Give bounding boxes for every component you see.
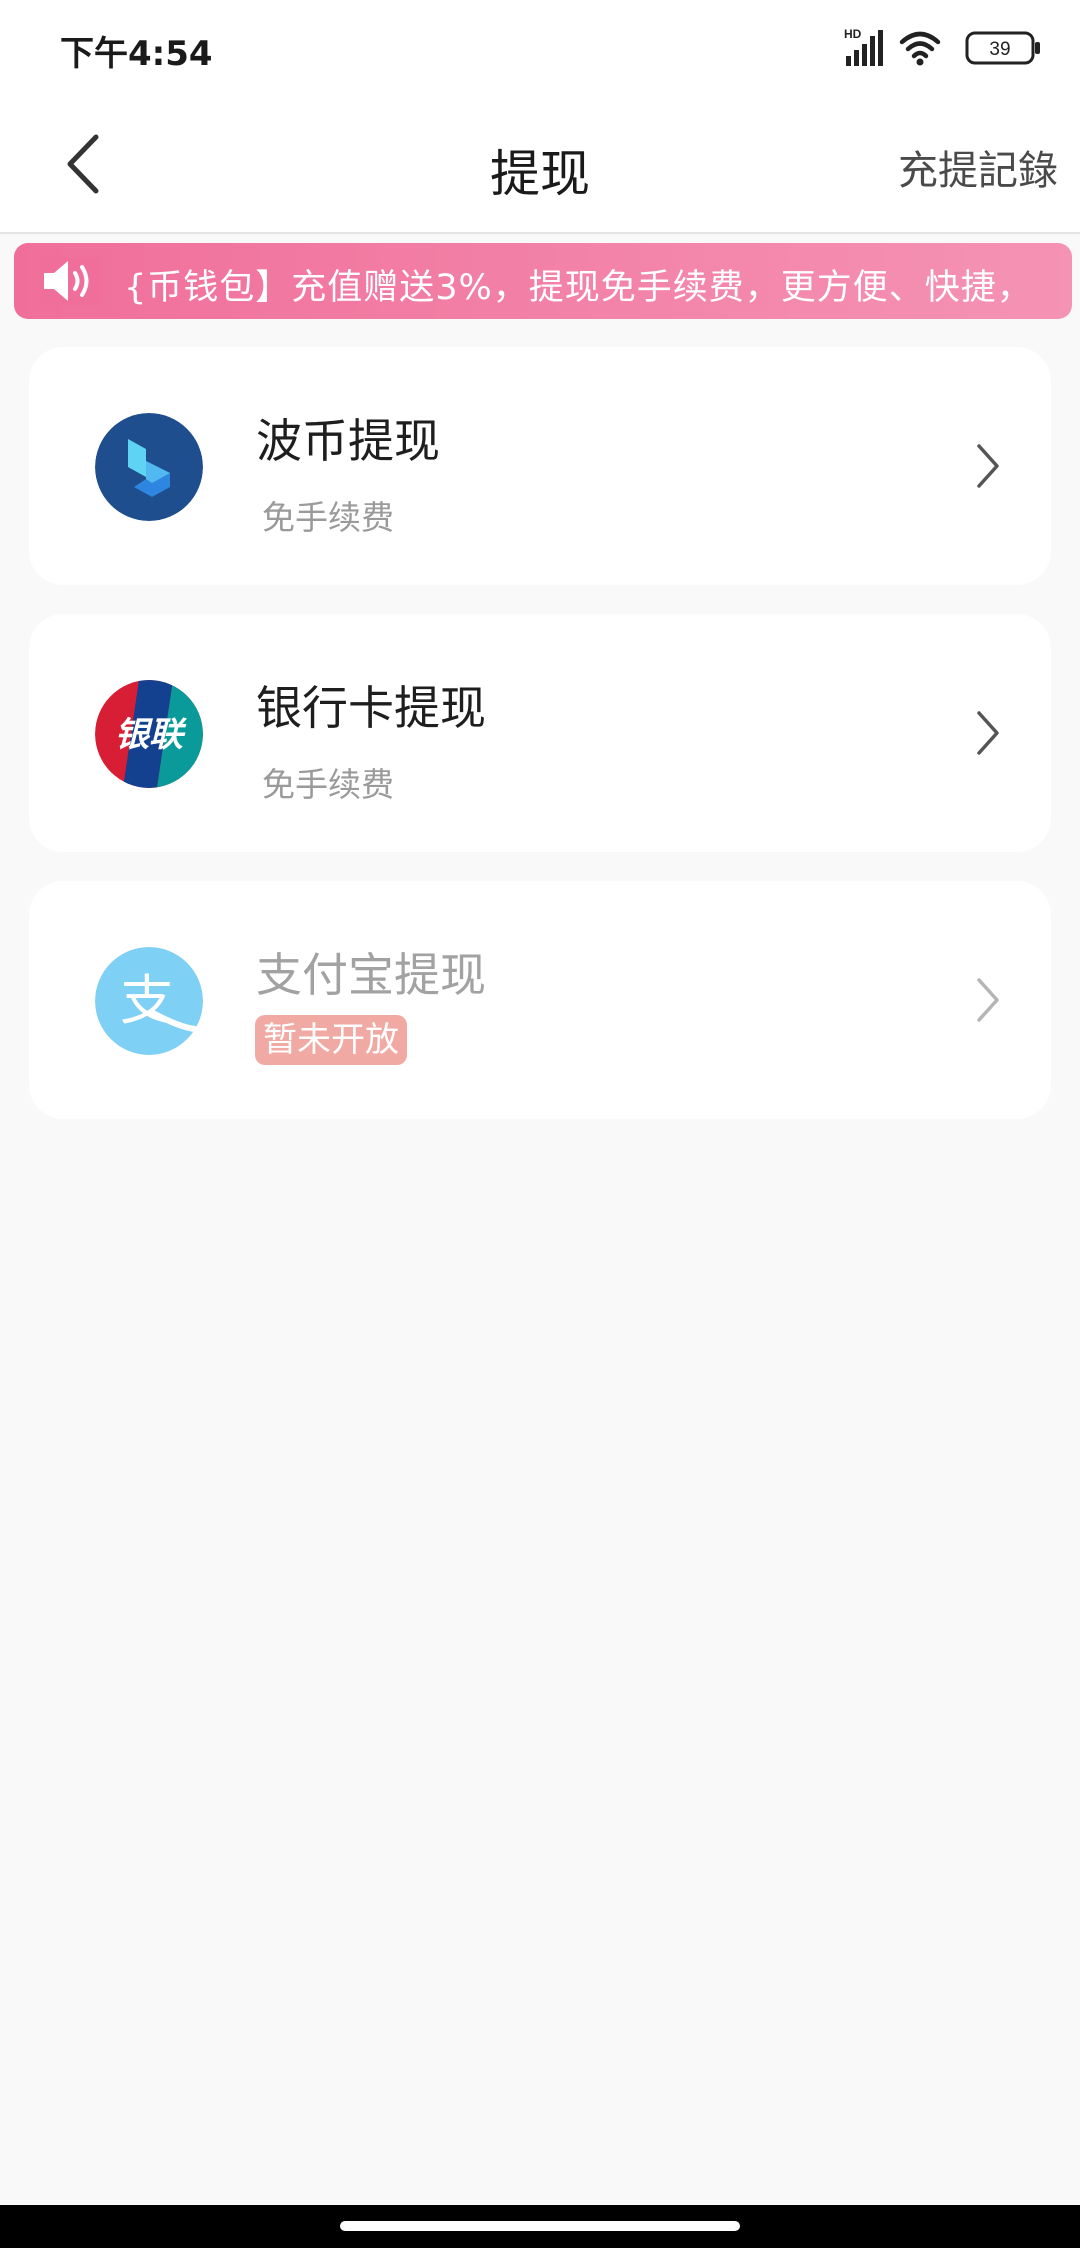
option-title: 银行卡提现 xyxy=(256,681,486,735)
withdraw-option-alipay[interactable]: 支 支付宝提现 暂未开放 xyxy=(29,881,1051,1119)
withdraw-option-bocoin[interactable]: 波币提现 免手续费 xyxy=(29,347,1051,585)
battery-icon: 39 xyxy=(965,31,1040,65)
unionpay-logo-icon: 银联 xyxy=(95,680,203,788)
unionpay-logo-text: 银联 xyxy=(115,715,187,755)
nav-bar: 提现 充提記錄 xyxy=(0,96,1080,234)
withdraw-option-bank-card[interactable]: 银联 银行卡提现 免手续费 xyxy=(29,614,1051,852)
status-time: 下午4:54 xyxy=(60,34,213,74)
wifi-icon xyxy=(899,31,941,66)
chevron-right-icon xyxy=(977,711,999,755)
alipay-logo-icon: 支 xyxy=(95,947,203,1055)
speaker-icon xyxy=(40,257,110,305)
status-icons: HD 39 xyxy=(844,26,1044,70)
option-subtitle: 免手续费 xyxy=(262,765,394,804)
gesture-bar xyxy=(0,2205,1080,2248)
records-link[interactable]: 充提記錄 xyxy=(898,138,1058,196)
network-type-label: HD xyxy=(844,27,862,41)
option-title: 支付宝提现 xyxy=(256,948,486,1002)
chevron-right-icon xyxy=(977,978,999,1022)
status-icons-svg: HD 39 xyxy=(844,27,1040,66)
signal-icon: HD xyxy=(844,27,883,66)
notice-banner[interactable]: {币钱包】充值赠送3%，提现免手续费，更方便、快捷， xyxy=(14,243,1072,319)
notice-text: {币钱包】充值赠送3%，提现免手续费，更方便、快捷， xyxy=(124,268,1033,308)
option-title: 波币提现 xyxy=(256,414,440,468)
chevron-right-icon xyxy=(977,444,999,488)
bocoin-logo-icon xyxy=(95,413,203,521)
status-badge: 暂未开放 xyxy=(255,1015,407,1065)
battery-level: 39 xyxy=(989,39,1010,60)
home-indicator[interactable] xyxy=(340,2221,740,2231)
status-bar: 下午4:54 HD 39 xyxy=(0,0,1080,96)
option-subtitle: 免手续费 xyxy=(262,498,394,537)
